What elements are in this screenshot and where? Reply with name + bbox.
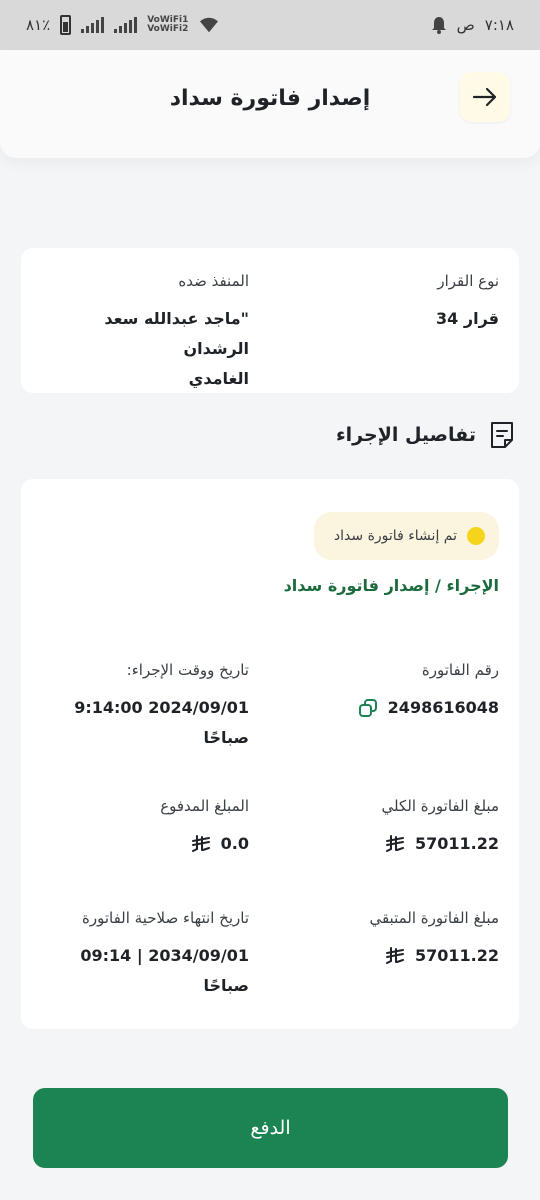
remaining-amount-value: 57011.22 bbox=[414, 946, 499, 965]
procedure-datetime: تاريخ ووقت الإجراء: 9:14:00 2024/09/01 ص… bbox=[35, 661, 249, 753]
status-dot-icon bbox=[467, 527, 485, 545]
total-amount-label: مبلغ الفاتورة الكلي bbox=[381, 797, 499, 815]
invoice-expiry: تاريخ انتهاء صلاحية الفاتورة 09:14 | 203… bbox=[35, 909, 249, 1001]
invoice-expiry-line2: صباحًا bbox=[203, 976, 249, 995]
invoice-number-label: رقم الفاتورة bbox=[421, 661, 499, 679]
decision-type: نوع القرار قرار 34 bbox=[436, 272, 499, 334]
app-header: إصدار فاتورة سداد bbox=[0, 50, 540, 158]
procedure-details-card: تم إنشاء فاتورة سداد الإجراء / إصدار فات… bbox=[21, 479, 519, 1029]
executed-against-value-line1: "ماجد عبدالله سعد الرشدان bbox=[104, 309, 249, 358]
battery-icon bbox=[60, 15, 72, 35]
procedure-datetime-line2: صباحًا bbox=[203, 728, 249, 747]
signal-icon-2 bbox=[114, 17, 138, 33]
total-amount-value: 57011.22 bbox=[414, 834, 499, 853]
decision-type-label: نوع القرار bbox=[437, 272, 499, 290]
remaining-amount: مبلغ الفاتورة المتبقي 57011.22 bbox=[369, 909, 499, 971]
section-header: تفاصيل الإجراء bbox=[336, 420, 516, 450]
remaining-amount-label: مبلغ الفاتورة المتبقي bbox=[369, 909, 499, 927]
page-title: إصدار فاتورة سداد bbox=[169, 86, 371, 111]
executed-against-label: المنفذ ضده bbox=[178, 272, 249, 290]
paid-amount-label: المبلغ المدفوع bbox=[160, 797, 249, 815]
signal-icon bbox=[81, 17, 105, 33]
saudi-riyal-icon bbox=[385, 947, 405, 965]
section-title: تفاصيل الإجراء bbox=[335, 424, 476, 446]
status-period: ص bbox=[456, 16, 475, 34]
total-amount: مبلغ الفاتورة الكلي 57011.22 bbox=[382, 797, 499, 859]
battery-percent: ٨١٪ bbox=[26, 16, 51, 34]
paid-amount-value: 0.0 bbox=[220, 834, 249, 853]
vowifi-label: VoWiFi1 VoWiFi2 bbox=[147, 15, 189, 34]
executed-against: المنفذ ضده "ماجد عبدالله سعد الرشدان الغ… bbox=[35, 272, 249, 394]
executed-against-value-line2: الغامدي bbox=[188, 369, 249, 388]
procedure-datetime-line1: 9:14:00 2024/09/01 bbox=[74, 698, 249, 717]
copy-icon[interactable] bbox=[358, 698, 378, 718]
paid-amount: المبلغ المدفوع 0.0 bbox=[35, 797, 249, 859]
wifi-icon bbox=[200, 17, 219, 33]
status-text: تم إنشاء فاتورة سداد bbox=[333, 528, 457, 544]
invoice-expiry-label: تاريخ انتهاء صلاحية الفاتورة bbox=[81, 909, 249, 927]
status-bar: ٨١٪ VoWiFi1 VoWiFi2 ص ٧:١٨ bbox=[0, 0, 540, 50]
status-bar-right: ص ٧:١٨ bbox=[431, 16, 514, 34]
decision-type-value: قرار 34 bbox=[436, 309, 499, 328]
procedure-datetime-label: تاريخ ووقت الإجراء: bbox=[126, 661, 249, 679]
notification-bell-icon bbox=[431, 17, 446, 34]
status-time: ٧:١٨ bbox=[484, 16, 514, 34]
invoice-expiry-line1: 09:14 | 2034/09/01 bbox=[80, 946, 249, 965]
invoice-number-value: 2498616048 bbox=[387, 698, 499, 717]
status-bar-left: ٨١٪ VoWiFi1 VoWiFi2 bbox=[26, 15, 220, 35]
document-icon bbox=[491, 422, 513, 448]
saudi-riyal-icon bbox=[191, 835, 211, 853]
pay-button[interactable]: الدفع bbox=[33, 1088, 508, 1168]
invoice-number: رقم الفاتورة 2498616048 bbox=[358, 661, 499, 723]
procedure-path: الإجراء / إصدار فاتورة سداد bbox=[283, 576, 499, 595]
saudi-riyal-icon bbox=[385, 835, 405, 853]
status-badge: تم إنشاء فاتورة سداد bbox=[313, 512, 499, 560]
decision-card: نوع القرار قرار 34 المنفذ ضده "ماجد عبدا… bbox=[21, 248, 519, 393]
